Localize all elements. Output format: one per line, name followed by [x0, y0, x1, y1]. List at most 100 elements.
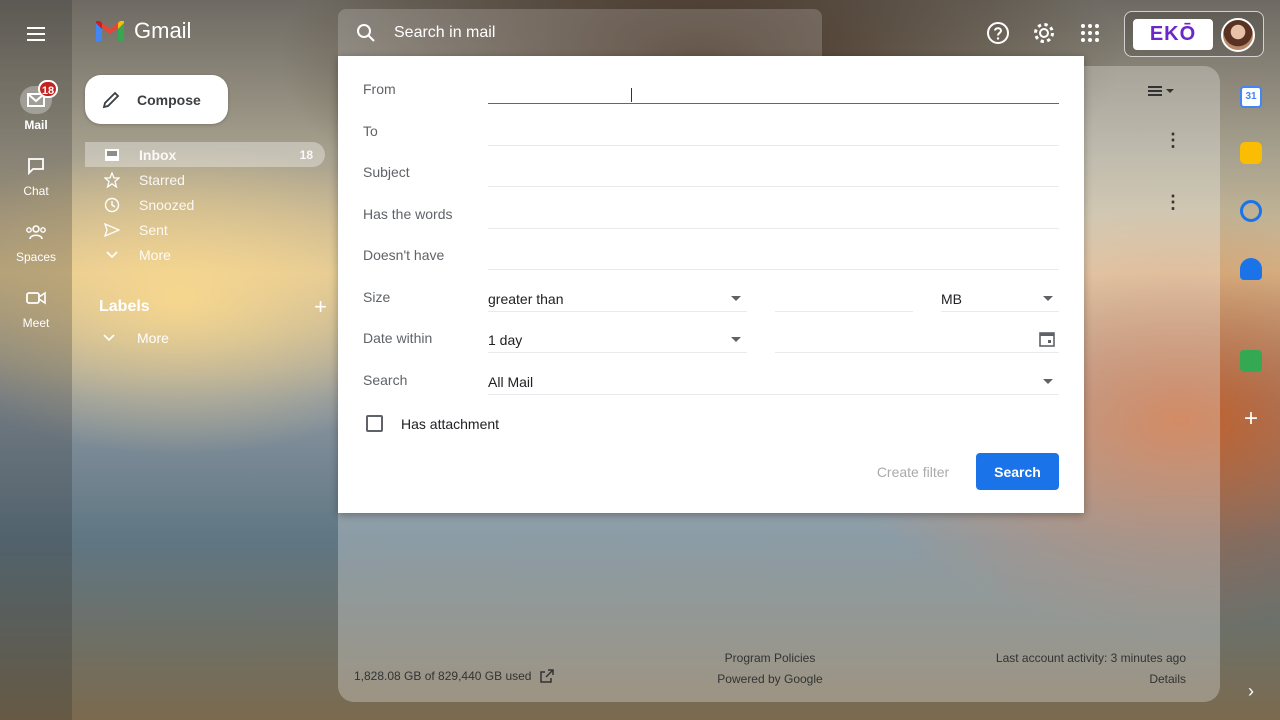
dropdown-arrow-icon — [1043, 296, 1053, 301]
doesnt-have-row: Doesn't have — [363, 240, 1059, 270]
gmail-m-icon — [96, 21, 124, 41]
subject-field[interactable] — [488, 157, 1059, 187]
main-menu-button[interactable] — [20, 20, 54, 48]
text-cursor-icon — [631, 88, 632, 102]
search-scope-value: All Mail — [488, 373, 534, 390]
rail-item-mail[interactable]: 18 Mail — [0, 80, 72, 132]
mail-icon: 18 — [20, 80, 58, 114]
eko-logo: EKŌ — [1133, 19, 1213, 50]
has-words-field[interactable] — [488, 199, 1059, 229]
calendar-icon[interactable]: 31 — [1240, 86, 1262, 108]
size-value-field[interactable] — [775, 282, 913, 312]
star-icon — [103, 171, 121, 188]
add-addon-icon[interactable]: + — [1240, 407, 1262, 431]
size-operator-select[interactable]: greater than — [488, 282, 747, 312]
subject-input[interactable] — [488, 157, 1059, 186]
app-name: Gmail — [134, 18, 192, 43]
dropdown-arrow-icon — [1043, 379, 1053, 384]
density-menu-icon[interactable] — [1148, 84, 1176, 100]
more-vert-icon[interactable]: ⋮ — [1164, 130, 1182, 151]
footer-links: Program Policies Powered by Google — [700, 648, 840, 690]
add-label-icon[interactable]: + — [314, 294, 327, 320]
nav-item-snoozed[interactable]: Snoozed — [85, 192, 325, 217]
nav-item-label: Snoozed — [139, 196, 195, 213]
activity-text: Last account activity: 3 minutes ago — [995, 651, 1186, 665]
rail-item-label: Chat — [23, 184, 49, 198]
gmail-logo[interactable]: Gmail — [94, 18, 191, 44]
subject-label: Subject — [363, 164, 410, 180]
help-icon[interactable] — [985, 20, 1011, 46]
to-field[interactable] — [488, 116, 1059, 146]
storage-text: 1,828.08 GB of 829,440 GB used — [354, 669, 532, 683]
search-button[interactable]: Search — [976, 453, 1059, 490]
search-icon[interactable] — [356, 23, 376, 43]
account-activity: Last account activity: 3 minutes ago Det… — [996, 648, 1186, 690]
avatar[interactable] — [1221, 18, 1255, 52]
size-operator-value: greater than — [488, 290, 564, 307]
send-icon — [103, 222, 121, 237]
nav-item-more[interactable]: More — [85, 242, 325, 267]
doesnt-have-input[interactable] — [488, 240, 1059, 269]
nav-item-sent[interactable]: Sent — [85, 217, 325, 242]
rail-item-spaces[interactable]: Spaces — [0, 218, 72, 264]
tasks-icon[interactable] — [1240, 200, 1262, 222]
from-row: From — [363, 74, 1059, 104]
chat-icon — [20, 152, 52, 180]
from-label: From — [363, 81, 396, 97]
labels-title: Labels — [99, 298, 150, 315]
size-unit-value: MB — [941, 290, 962, 307]
doesnt-have-field[interactable] — [488, 240, 1059, 270]
chevron-down-icon — [103, 250, 121, 259]
to-input[interactable] — [488, 116, 1059, 145]
date-within-select[interactable]: 1 day — [488, 323, 747, 353]
nav-item-label: More — [139, 246, 171, 263]
apps-grid-icon[interactable] — [1077, 20, 1103, 46]
nav-item-inbox[interactable]: Inbox 18 — [85, 142, 325, 167]
compose-label: Compose — [137, 91, 201, 108]
powered-by-text: Powered by Google — [717, 672, 823, 686]
calendar-picker-icon[interactable] — [1039, 331, 1055, 347]
search-scope-label: Search — [363, 372, 408, 388]
subject-row: Subject — [363, 157, 1059, 187]
size-unit-select[interactable]: MB — [941, 282, 1059, 312]
create-filter-button[interactable]: Create filter — [858, 453, 968, 490]
more-vert-icon[interactable]: ⋮ — [1164, 192, 1182, 213]
storage-usage: 1,828.08 GB of 829,440 GB used — [354, 668, 555, 684]
app-rail: 18 Mail Chat Spaces Meet — [0, 0, 72, 720]
has-words-label: Has the words — [363, 206, 453, 222]
keep-icon[interactable] — [1240, 142, 1262, 164]
rail-item-label: Meet — [22, 316, 50, 330]
open-external-icon[interactable] — [539, 668, 555, 684]
has-attachment-row: Has attachment — [366, 415, 499, 432]
date-field[interactable] — [775, 323, 1059, 353]
settings-gear-icon[interactable] — [1031, 20, 1057, 46]
search-input[interactable] — [394, 23, 794, 42]
contacts-icon[interactable] — [1240, 258, 1262, 280]
unread-badge: 18 — [38, 80, 58, 98]
rail-item-meet[interactable]: Meet — [0, 284, 72, 330]
has-attachment-checkbox[interactable] — [366, 415, 383, 432]
advanced-search-dialog: From To Subject Has the words Doesn't ha… — [338, 56, 1084, 513]
from-field[interactable] — [488, 74, 1059, 104]
from-input[interactable] — [488, 74, 1059, 103]
program-policies-link[interactable]: Program Policies — [700, 648, 840, 669]
compose-button[interactable]: Compose — [85, 75, 228, 124]
size-label: Size — [363, 289, 391, 305]
nav-item-starred[interactable]: Starred — [85, 167, 325, 192]
labels-more[interactable]: More — [103, 330, 169, 346]
details-link[interactable]: Details — [996, 669, 1186, 690]
dropdown-arrow-icon — [731, 337, 741, 342]
doesnt-have-label: Doesn't have — [363, 247, 445, 263]
search-scope-select[interactable]: All Mail — [488, 365, 1059, 395]
has-attachment-label: Has attachment — [401, 415, 500, 432]
addon-icon[interactable] — [1240, 350, 1262, 372]
has-words-input[interactable] — [488, 199, 1059, 228]
chevron-right-icon[interactable]: › — [1240, 680, 1262, 702]
nav-item-label: Inbox — [139, 146, 177, 163]
to-label: To — [363, 123, 378, 139]
rail-item-chat[interactable]: Chat — [0, 152, 72, 198]
dropdown-arrow-icon — [731, 296, 741, 301]
account-switcher[interactable]: EKŌ — [1124, 11, 1264, 57]
meet-icon — [20, 284, 52, 312]
nav-item-label: Sent — [139, 221, 168, 238]
